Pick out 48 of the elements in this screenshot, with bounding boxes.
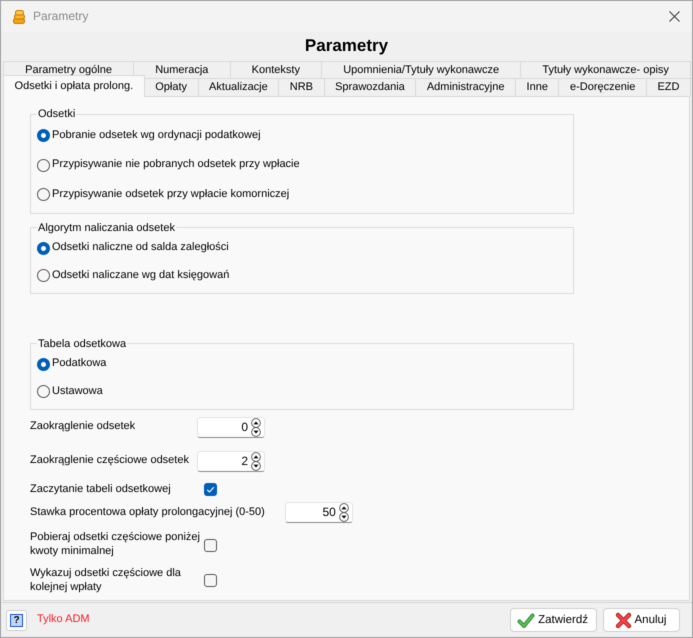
tab[interactable]: Upomnienia/Tytuły wykonawcze <box>321 61 522 78</box>
checkbox-label: Wykazuj odsetki częściowe dla kolejnej wpłaty <box>30 566 182 594</box>
coin-stack-icon <box>12 8 26 24</box>
checkbox[interactable] <box>204 482 217 496</box>
checkbox[interactable] <box>204 574 217 587</box>
cancel-button[interactable]: Anuluj <box>603 608 680 632</box>
close-icon[interactable] <box>669 11 680 22</box>
radio-label[interactable]: Przypisywanie odsetek przy wpłacie komorniczej <box>52 188 290 202</box>
number-field[interactable]: 2 <box>197 450 265 472</box>
radio-button[interactable] <box>37 358 50 371</box>
checkmark-icon <box>517 612 536 628</box>
help-button[interactable]: ? <box>6 610 27 630</box>
radio-label[interactable]: Odsetki naliczne od salda zaległości <box>52 241 229 256</box>
radio-label[interactable]: Przypisywanie nie pobranych odsetek przy wpłacie <box>52 158 300 172</box>
tab[interactable]: Tytuły wykonawcze- opisy <box>520 61 692 78</box>
radio-button[interactable] <box>37 385 50 398</box>
field-label: Zaokrąglenie częściowe odsetek <box>30 454 190 468</box>
spinner-arrows-icon[interactable] <box>338 503 350 522</box>
group-title: Algorytm naliczania odsetek <box>37 220 176 234</box>
radio-button[interactable] <box>37 188 50 202</box>
group-title: Odsetki <box>37 107 76 121</box>
radio-button[interactable] <box>37 158 50 172</box>
tab[interactable]: Numeracja <box>133 61 231 78</box>
confirm-button[interactable]: Zatwierdź <box>510 608 597 632</box>
group-title: Tabela odsetkowa <box>37 336 128 350</box>
number-field[interactable]: 0 <box>197 416 265 438</box>
spinner-arrows-icon[interactable] <box>250 418 262 436</box>
radio-button[interactable] <box>37 242 50 255</box>
radio-label[interactable]: Podatkowa <box>52 357 106 372</box>
field-label: Stawka procentowa opłaty prolongacyjnej (0-50) <box>30 506 265 520</box>
radio-label[interactable]: Odsetki naliczane wg dat księgowań <box>52 268 230 283</box>
radio-label[interactable]: Pobranie odsetek wg ordynacji podatkowej <box>52 128 261 143</box>
tab[interactable]: Konteksty <box>230 61 322 78</box>
number-field[interactable]: 50 <box>284 502 353 524</box>
admin-note: Tylko ADM <box>37 613 90 627</box>
window-title: Parametry <box>33 9 88 24</box>
dialog-heading: Parametry <box>304 35 390 57</box>
spinner-arrows-icon[interactable] <box>250 452 262 470</box>
radio-button[interactable] <box>37 269 50 282</box>
cross-icon <box>614 612 632 628</box>
tab[interactable]: Odsetki i opłata prolong. <box>3 75 145 97</box>
checkbox[interactable] <box>204 538 217 552</box>
tab[interactable]: EZD <box>646 78 691 96</box>
radio-label[interactable]: Ustawowa <box>52 384 103 399</box>
checkbox-label: Zaczytanie tabeli odsetkowej <box>30 482 172 496</box>
field-label: Zaokrąglenie odsetek <box>30 420 136 434</box>
radio-button[interactable] <box>37 129 50 142</box>
checkbox-label: Pobieraj odsetki częściowe poniżej kwoty minimalnej <box>30 531 201 559</box>
